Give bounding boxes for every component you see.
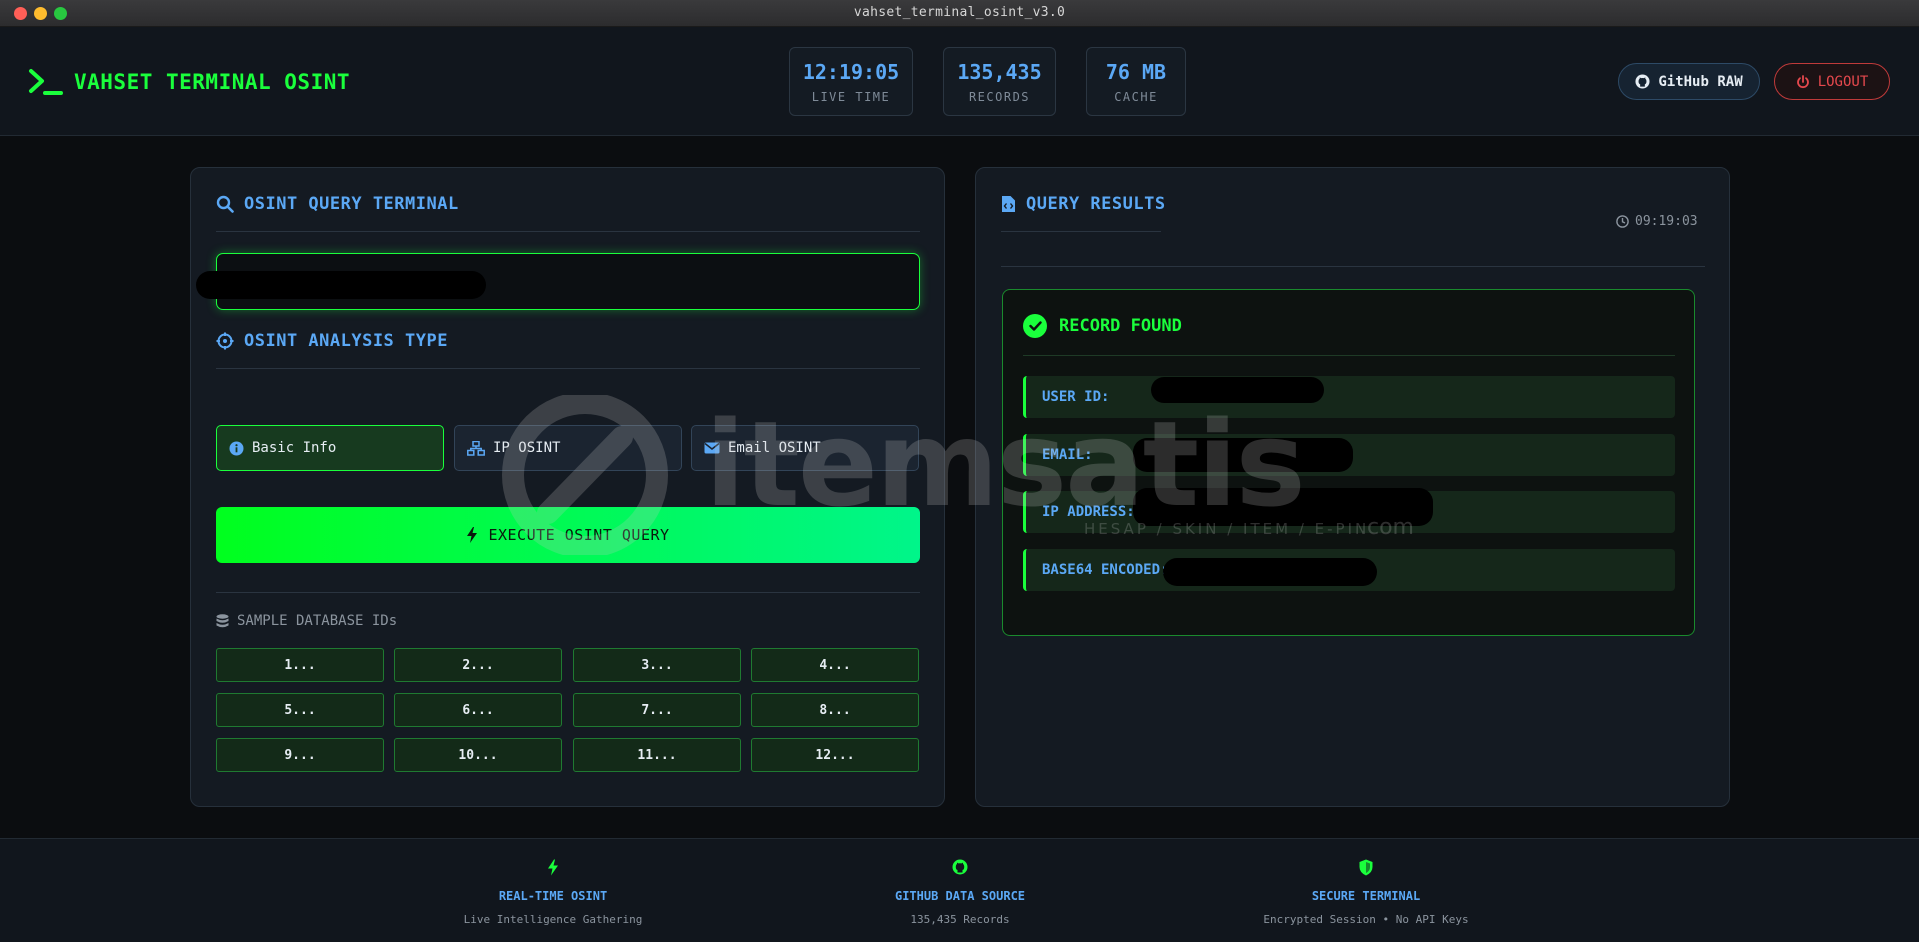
sample-ids-label-text: SAMPLE DATABASE IDs (237, 613, 398, 629)
stat-value: 12:19:05 (802, 60, 900, 84)
redaction-mark (1151, 377, 1324, 403)
feature-realtime: REAL-TIME OSINT Live Intelligence Gather… (403, 859, 703, 926)
execute-query-label: EXECUTE OSINT QUERY (488, 526, 670, 544)
feature-title: GITHUB DATA SOURCE (894, 889, 1026, 903)
stat-value: 135,435 (957, 60, 1042, 84)
feature-desc: Live Intelligence Gathering (463, 913, 643, 926)
feature-title: REAL-TIME OSINT (498, 889, 608, 903)
github-raw-label: GitHub RAW (1658, 73, 1743, 90)
sample-id-button[interactable]: 8... (751, 693, 919, 727)
query-results-title: QUERY RESULTS (1001, 194, 1166, 214)
feature-desc: 135,435 Records (910, 913, 1010, 926)
type-label: Email OSINT (728, 440, 821, 456)
sample-id-button[interactable]: 2... (394, 648, 562, 682)
feature-secure: SECURE TERMINAL Encrypted Session • No A… (1216, 859, 1516, 926)
stat-value: 76 MB (1105, 60, 1167, 84)
record-status: RECORD FOUND (1023, 314, 1182, 338)
redaction-mark (196, 271, 486, 299)
sample-id-button[interactable]: 12... (751, 738, 919, 772)
stat-records: 135,435 RECORDS (943, 47, 1056, 116)
sample-id-button[interactable]: 9... (216, 738, 384, 772)
type-basic-info-button[interactable]: Basic Info (216, 425, 444, 471)
window-titlebar: vahset_terminal_osint_v3.0 (0, 0, 1919, 27)
check-circle-icon (1023, 314, 1047, 338)
stat-label: LIVE TIME (811, 90, 891, 104)
type-email-osint-button[interactable]: Email OSINT (691, 425, 919, 471)
stat-label: CACHE (1114, 90, 1158, 104)
divider (216, 368, 920, 369)
network-icon (467, 440, 485, 456)
logout-label: LOGOUT (1817, 73, 1869, 90)
sample-id-button[interactable]: 7... (573, 693, 741, 727)
bolt-icon (548, 859, 558, 876)
record-status-text: RECORD FOUND (1059, 316, 1182, 336)
feature-desc: Encrypted Session • No API Keys (1263, 913, 1469, 926)
result-timestamp: 09:19:03 (1616, 214, 1698, 229)
result-timestamp-text: 09:19:03 (1635, 214, 1698, 229)
analysis-type-title: OSINT ANALYSIS TYPE (216, 331, 448, 351)
github-icon (1635, 74, 1650, 89)
sample-id-button[interactable]: 1... (216, 648, 384, 682)
power-icon (1796, 74, 1809, 88)
clock-icon (1616, 215, 1629, 228)
type-label: Basic Info (252, 440, 337, 456)
feature-github: GITHUB DATA SOURCE 135,435 Records (810, 859, 1110, 926)
analysis-type-title-text: OSINT ANALYSIS TYPE (244, 331, 448, 351)
divider (1001, 231, 1161, 232)
field-label: IP ADDRESS: (1042, 504, 1135, 520)
query-terminal-title-text: OSINT QUERY TERMINAL (244, 194, 459, 214)
divider (216, 231, 920, 232)
github-raw-button[interactable]: GitHub RAW (1618, 63, 1760, 100)
terminal-icon (29, 69, 63, 95)
shield-icon (1359, 859, 1373, 876)
query-terminal-title: OSINT QUERY TERMINAL (216, 194, 459, 214)
github-icon (952, 859, 968, 875)
type-ip-osint-button[interactable]: IP OSINT (454, 425, 682, 471)
divider (216, 592, 920, 593)
info-icon (229, 441, 244, 455)
sample-id-button[interactable]: 5... (216, 693, 384, 727)
field-user-id: USER ID: (1023, 376, 1675, 418)
app-footer: REAL-TIME OSINT Live Intelligence Gather… (0, 838, 1919, 942)
query-terminal-panel: OSINT QUERY TERMINAL OSINT ANALYSIS TYPE… (190, 167, 945, 807)
record-found-card: RECORD FOUND USER ID: EMAIL: IP ADDRESS:… (1002, 289, 1695, 636)
sample-id-button[interactable]: 11... (573, 738, 741, 772)
redaction-mark (1133, 488, 1433, 526)
envelope-icon (704, 442, 720, 454)
stat-cache: 76 MB CACHE (1086, 47, 1186, 116)
database-icon (216, 614, 229, 628)
query-results-title-text: QUERY RESULTS (1026, 194, 1166, 214)
execute-query-button[interactable]: EXECUTE OSINT QUERY (216, 507, 920, 563)
sample-id-button[interactable]: 4... (751, 648, 919, 682)
file-code-icon (1002, 196, 1015, 212)
app-header: VAHSET TERMINAL OSINT 12:19:05 LIVE TIME… (0, 27, 1919, 136)
field-label: EMAIL: (1042, 447, 1093, 463)
stat-live-time: 12:19:05 LIVE TIME (789, 47, 913, 116)
sample-id-button[interactable]: 10... (394, 738, 562, 772)
sample-id-button[interactable]: 6... (394, 693, 562, 727)
app-logo: VAHSET TERMINAL OSINT (28, 67, 350, 97)
divider (1001, 266, 1705, 267)
divider (1023, 355, 1675, 356)
redaction-mark (1133, 438, 1353, 472)
field-label: USER ID: (1042, 389, 1110, 405)
feature-title: SECURE TERMINAL (1311, 889, 1421, 903)
app-title: VAHSET TERMINAL OSINT (74, 70, 351, 94)
type-label: IP OSINT (493, 440, 561, 456)
logout-button[interactable]: LOGOUT (1774, 63, 1890, 100)
window-title: vahset_terminal_osint_v3.0 (853, 5, 1066, 20)
stat-label: RECORDS (968, 90, 1031, 104)
redaction-mark (1163, 558, 1377, 586)
search-icon (216, 195, 234, 213)
sample-ids-label: SAMPLE DATABASE IDs (216, 613, 397, 629)
sample-id-button[interactable]: 3... (573, 648, 741, 682)
bolt-icon (467, 527, 478, 543)
crosshair-icon (216, 332, 234, 350)
query-results-panel: QUERY RESULTS 09:19:03 RECORD FOUND USER… (975, 167, 1730, 807)
field-label: BASE64 ENCODED: (1042, 562, 1169, 578)
